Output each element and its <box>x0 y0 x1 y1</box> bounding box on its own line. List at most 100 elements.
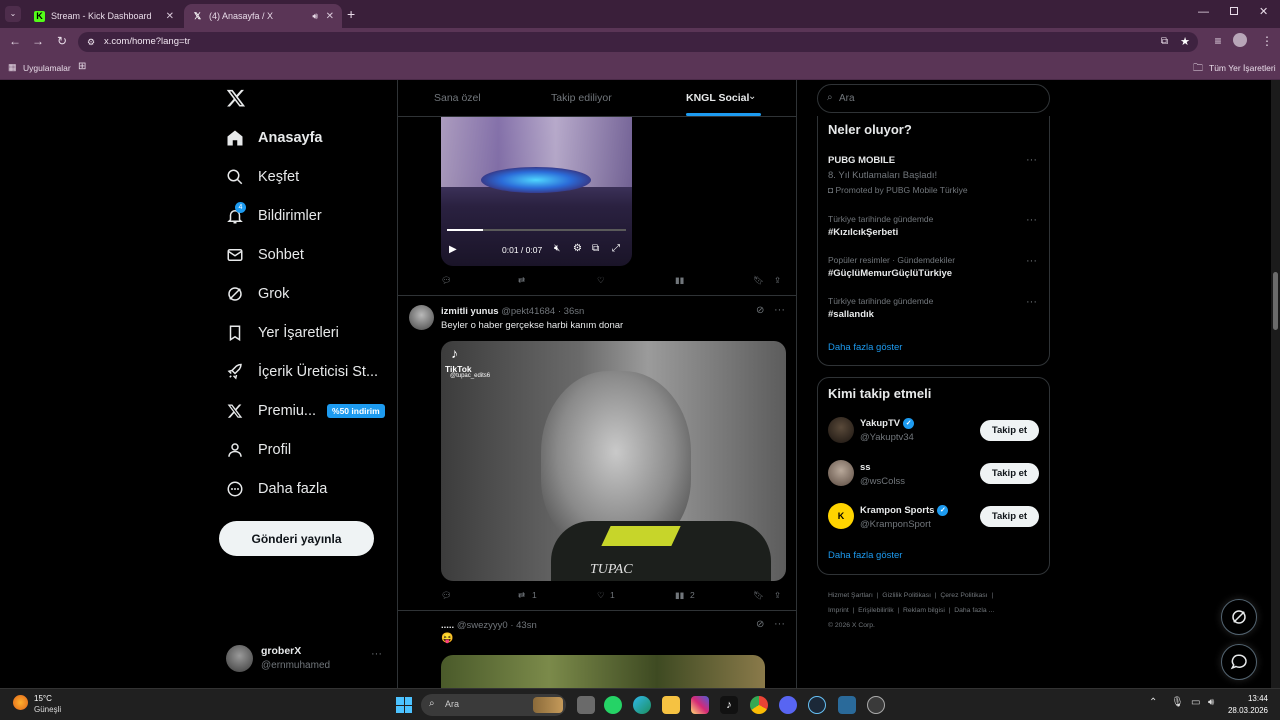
more-dots-icon[interactable]: ··· <box>1026 255 1037 267</box>
more-dots-icon[interactable]: ··· <box>371 648 382 660</box>
nav-notifications[interactable]: 4 Bildirimler <box>225 200 322 232</box>
tab-kngl-social[interactable]: KNGL Social <box>686 92 749 104</box>
media-controls-icon[interactable]: ≡ <box>1210 34 1226 48</box>
more-dots-icon[interactable]: ··· <box>774 304 785 316</box>
who-show-more[interactable]: Daha fazla göster <box>828 550 902 561</box>
avatar[interactable] <box>828 460 854 486</box>
edge-icon[interactable] <box>633 696 651 714</box>
post-image[interactable]: ♪ TikTok @tupac_edits6 TUPAC <box>441 341 786 581</box>
avatar[interactable]: K <box>828 503 854 529</box>
nav-explore[interactable]: Keşfet <box>225 161 299 193</box>
author-handle[interactable]: @swezyyy0 <box>457 620 508 631</box>
close-window-icon[interactable]: ✕ <box>1259 5 1268 18</box>
bookmark-icon[interactable]: 🔖︎ <box>753 275 764 286</box>
install-icon[interactable]: ⧉ <box>1161 32 1168 52</box>
search-bar[interactable]: ⌕ Ara <box>817 84 1050 113</box>
reply-icon[interactable]: 💬︎ <box>441 275 452 286</box>
address-bar[interactable]: ⚙︎ x.com/home?lang=tr ⧉ ★ <box>78 32 1198 52</box>
tab-kick-dashboard[interactable]: K Stream - Kick Dashboard ✕ <box>26 4 182 28</box>
reply-icon[interactable]: 💬︎ <box>441 590 452 601</box>
trends-show-more[interactable]: Daha fazla göster <box>828 342 902 353</box>
more-dots-icon[interactable]: ··· <box>1026 214 1037 226</box>
app-icon[interactable] <box>867 696 885 714</box>
footer-link[interactable]: Daha fazla ... <box>954 607 994 614</box>
mute-icon[interactable]: 🔇︎ <box>554 243 560 254</box>
chevron-up-icon[interactable]: ⌃ <box>1149 697 1157 708</box>
grok-float-button[interactable] <box>1221 599 1257 635</box>
author-handle[interactable]: @pekt41684 <box>501 306 555 317</box>
chrome-icon[interactable] <box>750 696 768 714</box>
trend-item[interactable]: Türkiye tarihinde gündemde #KızılcıkŞerb… <box>828 214 933 238</box>
search-input[interactable]: Ara <box>839 93 855 104</box>
x-logo-icon[interactable] <box>226 88 246 110</box>
follow-button[interactable]: Takip et <box>980 506 1039 527</box>
account-switcher[interactable]: groberX @ernmuhamed ··· <box>226 642 386 676</box>
post-time[interactable]: 43sn <box>516 620 537 631</box>
nav-grok[interactable]: Grok <box>225 278 289 310</box>
trend-item[interactable]: Türkiye tarihinde gündemde #sallandık <box>828 296 933 320</box>
profile-avatar-icon[interactable] <box>1233 33 1247 47</box>
reload-icon[interactable]: ↻ <box>54 34 70 48</box>
like-icon[interactable]: ♡ <box>597 275 605 286</box>
nav-profile[interactable]: Profil <box>225 434 291 466</box>
microphone-icon[interactable]: 🎙︎ <box>1171 697 1184 708</box>
speaker-icon[interactable]: 🔊︎ <box>312 11 318 22</box>
video-progress-bar[interactable] <box>447 229 626 231</box>
suggestion-name[interactable]: YakupTV ✓ <box>860 418 915 429</box>
retweet-icon[interactable]: ⇄ <box>518 590 525 601</box>
footer-link[interactable]: Imprint <box>828 607 849 614</box>
views-icon[interactable]: ▮▮ <box>675 590 684 601</box>
fullscreen-icon[interactable]: ⤢ <box>612 243 620 254</box>
suggestion-name[interactable]: ss <box>860 462 871 473</box>
footer-link[interactable]: Gizlilik Politikası <box>882 592 931 599</box>
bookmark-apps[interactable]: Uygulamalar <box>23 63 71 73</box>
retweet-icon[interactable]: ⇄ <box>518 275 525 286</box>
chevron-down-icon[interactable]: ⌄ <box>748 91 756 102</box>
bookmark-star-icon[interactable]: ★ <box>1180 32 1190 52</box>
tab-x-home[interactable]: 𝕏 (4) Anasayfa / X 🔊︎ ✕ <box>184 4 342 28</box>
pip-icon[interactable]: ⧉ <box>592 243 599 254</box>
footer-link[interactable]: Çerez Politikası <box>940 592 987 599</box>
share-icon[interactable]: ⇪ <box>774 590 781 601</box>
restore-icon[interactable] <box>1230 7 1238 15</box>
nav-creator-studio[interactable]: İçerik Üreticisi St... <box>225 356 378 388</box>
tab-search-button[interactable]: ⌄ <box>5 6 21 22</box>
trend-item[interactable]: Popüler resimler · Gündemdekiler #GüçlüM… <box>828 255 955 279</box>
site-info-icon[interactable]: ⚙︎ <box>87 32 95 52</box>
nav-chat[interactable]: Sohbet <box>225 239 304 271</box>
bookmark-all[interactable]: Tüm Yer İşaretleri <box>1209 63 1276 73</box>
grok-icon[interactable]: ⊘ <box>756 305 764 316</box>
share-icon[interactable]: ⇪ <box>774 275 781 286</box>
back-icon[interactable]: ← <box>7 34 23 48</box>
suggestion-name[interactable]: Krampon Sports ✓ <box>860 505 949 516</box>
menu-icon[interactable]: ⋮ <box>1259 34 1275 48</box>
nav-bookmarks[interactable]: Yer İşaretleri <box>225 317 339 349</box>
volume-icon[interactable]: 🔊︎ <box>1208 697 1214 708</box>
settings-icon[interactable]: ⚙︎ <box>573 243 582 254</box>
views-icon[interactable]: ▮▮ <box>675 275 684 286</box>
clock-date[interactable]: 28.03.2026 <box>1225 706 1280 715</box>
steam-icon[interactable] <box>808 696 826 714</box>
more-dots-icon[interactable]: ··· <box>1026 296 1037 308</box>
nav-premium[interactable]: Premiu... %50 indirim <box>225 395 385 427</box>
page-scrollbar[interactable] <box>1271 80 1280 688</box>
trend-item[interactable]: PUBG MOBILE 8. Yıl Kutlamaları Başladı! … <box>828 155 1038 195</box>
messages-float-button[interactable] <box>1221 644 1257 680</box>
tab-following[interactable]: Takip ediliyor <box>551 92 612 104</box>
close-tab-icon[interactable]: ✕ <box>326 11 334 22</box>
file-explorer-icon[interactable] <box>662 696 680 714</box>
forward-icon[interactable]: → <box>30 34 46 48</box>
start-button[interactable] <box>396 697 412 713</box>
video-player[interactable]: ▶ 0:01 / 0:07 🔇︎ ⚙︎ ⧉ ⤢ <box>441 117 632 266</box>
post-image[interactable] <box>441 655 765 688</box>
footer-link[interactable]: Erişilebilirlik <box>858 607 894 614</box>
tiktok-icon[interactable]: ♪ <box>720 696 738 714</box>
more-dots-icon[interactable]: ··· <box>1026 154 1037 166</box>
taskbar-search[interactable]: ⌕ Ara <box>421 694 566 716</box>
nav-more[interactable]: Daha fazla <box>225 473 327 505</box>
network-icon[interactable]: ▭ <box>1191 697 1200 708</box>
footer-link[interactable]: Hizmet Şartları <box>828 592 873 599</box>
weather-icon[interactable] <box>13 695 28 710</box>
task-view-icon[interactable] <box>577 696 595 714</box>
author-name[interactable]: ..... <box>441 620 454 631</box>
